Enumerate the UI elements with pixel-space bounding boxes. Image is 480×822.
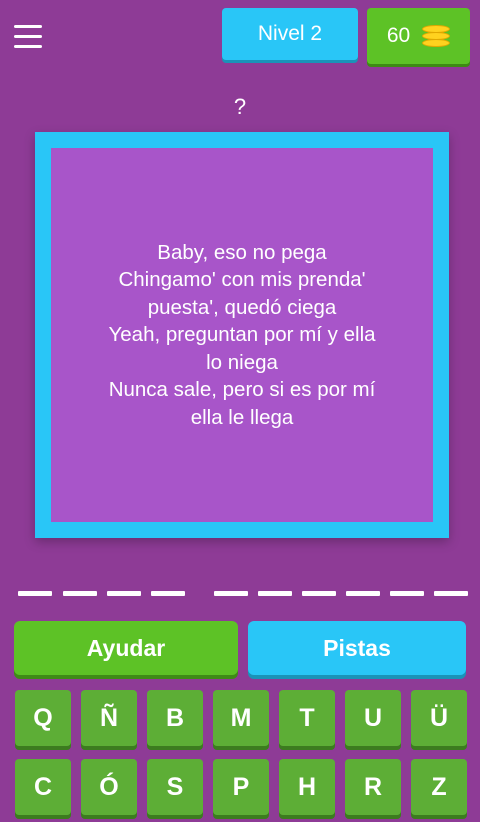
menu-icon[interactable] — [14, 25, 42, 49]
key-u-umlaut[interactable]: Ü — [411, 690, 467, 746]
question-mark: ? — [233, 94, 247, 119]
key-s[interactable]: S — [147, 759, 203, 815]
coins-badge[interactable]: 60 — [367, 8, 470, 64]
key-t[interactable]: T — [279, 690, 335, 746]
lyric-line: Chingamo' con mis prenda' — [118, 268, 366, 292]
answer-slot[interactable] — [107, 591, 141, 596]
key-n-tilde[interactable]: Ñ — [81, 690, 137, 746]
lyric-card: Baby, eso no pega Chingamo' con mis pren… — [35, 132, 449, 538]
answer-slot[interactable] — [390, 591, 424, 596]
answer-slot[interactable] — [63, 591, 97, 596]
coin-count: 60 — [386, 24, 411, 47]
lyric-line: Yeah, preguntan por mí y ella — [108, 323, 376, 347]
hints-button[interactable]: Pistas — [248, 621, 466, 675]
lyric-line: Baby, eso no pega — [157, 240, 327, 264]
answer-slots[interactable] — [0, 591, 480, 597]
answer-slot[interactable] — [302, 591, 336, 596]
key-u[interactable]: U — [345, 690, 401, 746]
answer-slot[interactable] — [18, 591, 52, 596]
key-o-acute[interactable]: Ó — [81, 759, 137, 815]
key-c[interactable]: C — [15, 759, 71, 815]
lyric-line: Nunca sale, pero si es por mí — [108, 378, 376, 402]
key-p[interactable]: P — [213, 759, 269, 815]
level-badge: Nivel 2 — [222, 8, 358, 60]
key-b[interactable]: B — [147, 690, 203, 746]
key-q[interactable]: Q — [15, 690, 71, 746]
lyric-line: lo niega — [206, 350, 278, 374]
key-z[interactable]: Z — [411, 759, 467, 815]
coin-stack-icon — [422, 25, 451, 47]
key-m[interactable]: M — [213, 690, 269, 746]
answer-slot[interactable] — [258, 591, 292, 596]
lyric-text-area: Baby, eso no pega Chingamo' con mis pren… — [51, 148, 433, 522]
answer-slot[interactable] — [346, 591, 380, 596]
lyric-line: ella le llega — [190, 405, 294, 429]
answer-slot[interactable] — [214, 591, 248, 596]
help-button[interactable]: Ayudar — [14, 621, 238, 675]
lyric-line: puesta', quedó ciega — [147, 295, 337, 319]
level-label: Nivel 2 — [257, 22, 323, 45]
key-r[interactable]: R — [345, 759, 401, 815]
key-h[interactable]: H — [279, 759, 335, 815]
answer-slot[interactable] — [151, 591, 185, 596]
answer-slot[interactable] — [434, 591, 468, 596]
